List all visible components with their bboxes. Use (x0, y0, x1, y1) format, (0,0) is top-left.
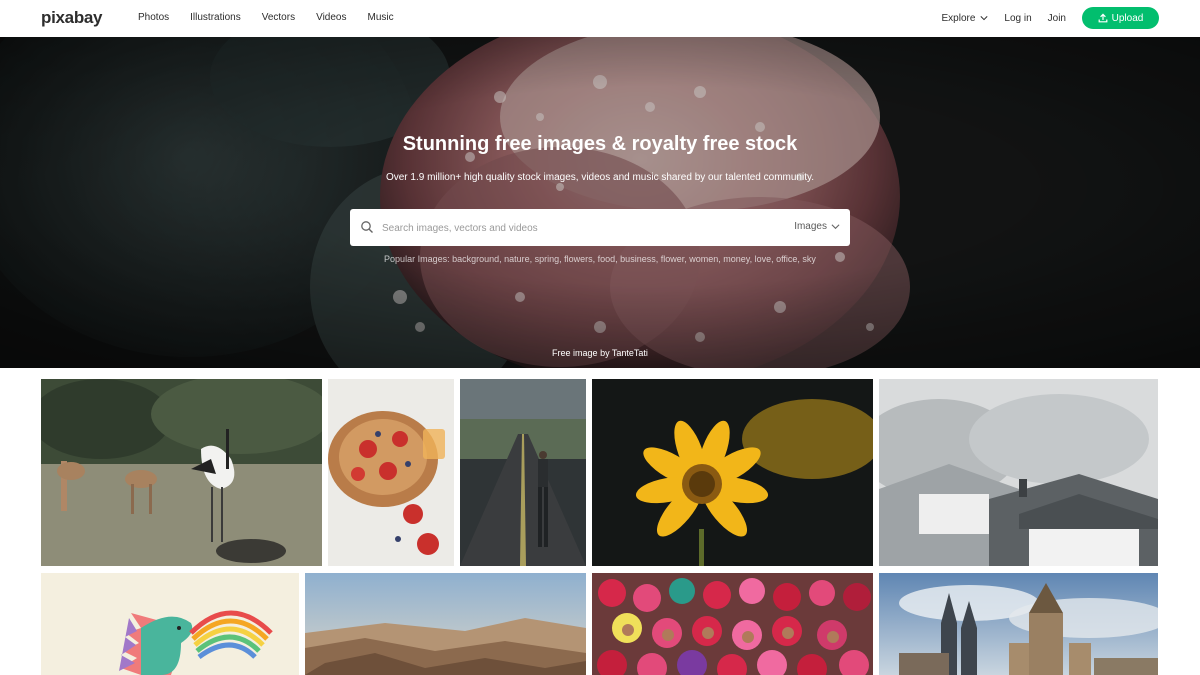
top-navigation-bar: pixabay Photos Illustrations Vectors Vid… (0, 0, 1200, 37)
nav-photos[interactable]: Photos (138, 12, 169, 23)
explore-menu[interactable]: Explore (941, 13, 988, 24)
image-tile-cranes-deer[interactable] (41, 379, 322, 566)
yellow-flower-image (592, 379, 873, 566)
image-tile-hedgehog-rainbow[interactable] (41, 573, 299, 675)
nav-illustrations[interactable]: Illustrations (190, 12, 241, 23)
search-bar: Images (350, 209, 850, 246)
explore-label: Explore (941, 12, 976, 24)
pixabay-logo[interactable]: pixabay (41, 8, 103, 28)
popular-searches[interactable]: Popular Images: background, nature, spri… (0, 254, 1200, 264)
desert-canyon-image (305, 573, 586, 675)
upload-button[interactable]: Upload (1082, 7, 1159, 29)
strawberries-image (328, 379, 454, 566)
hero-banner: Stunning free images & royalty free stoc… (0, 37, 1200, 368)
cranes-deer-image (41, 379, 322, 566)
road-man-image (460, 379, 586, 566)
hero-subtitle: Over 1.9 million+ high quality stock ima… (385, 172, 815, 183)
search-type-label: Images (794, 221, 827, 232)
chevron-down-icon (980, 16, 988, 21)
cathedral-image (879, 573, 1158, 675)
hero-title: Stunning free images & royalty free stoc… (402, 133, 798, 155)
upload-icon (1098, 13, 1108, 23)
image-tile-desert-canyon[interactable] (305, 573, 586, 675)
nav-vectors[interactable]: Vectors (262, 12, 295, 23)
search-input[interactable] (382, 217, 782, 239)
main-nav: Photos Illustrations Vectors Videos Musi… (138, 12, 415, 23)
image-tile-strawberries[interactable] (328, 379, 454, 566)
chevron-down-icon (831, 224, 840, 230)
search-icon[interactable] (360, 220, 374, 234)
image-tile-yellow-flower[interactable] (592, 379, 873, 566)
crowd-colorful-image (592, 573, 873, 675)
image-credit[interactable]: Free image by TanteTati (0, 348, 1200, 358)
image-tile-road-man[interactable] (460, 379, 586, 566)
search-type-dropdown[interactable]: Images (794, 221, 840, 232)
nav-videos[interactable]: Videos (316, 12, 346, 23)
misty-village-image (879, 379, 1158, 566)
account-nav: Explore Log in Join Upload (941, 7, 1159, 29)
upload-label: Upload (1111, 12, 1144, 24)
image-tile-misty-village[interactable] (879, 379, 1158, 566)
join-link[interactable]: Join (1048, 13, 1066, 24)
hedgehog-rainbow-image (41, 573, 299, 675)
hero-background-image (0, 37, 1200, 368)
login-link[interactable]: Log in (1004, 13, 1031, 24)
image-tile-cathedral[interactable] (879, 573, 1158, 675)
image-tile-crowd-colorful[interactable] (592, 573, 873, 675)
nav-music[interactable]: Music (367, 12, 393, 23)
